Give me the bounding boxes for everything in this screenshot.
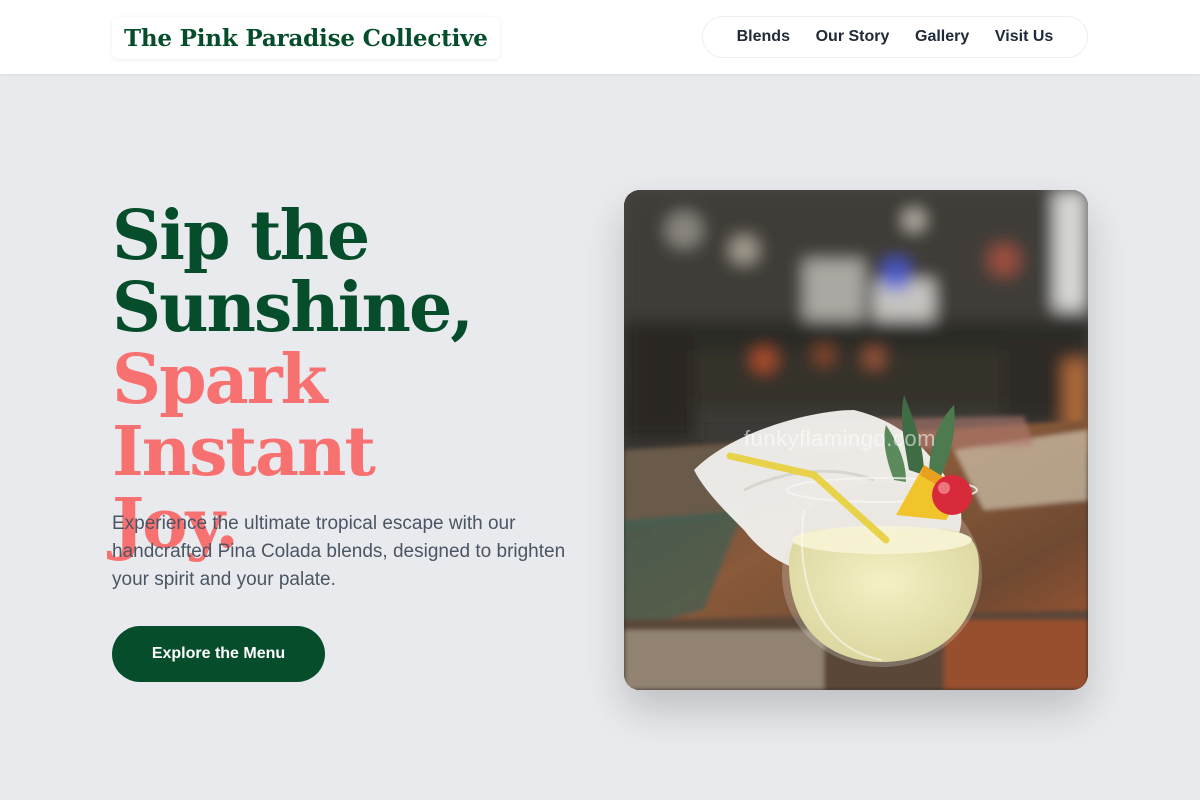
- nav-item-our-story[interactable]: Our Story: [816, 28, 890, 46]
- headline-line-1: Sip the: [112, 196, 370, 276]
- brand-name: The Pink Paradise Collective: [124, 24, 488, 52]
- hero-headline: Sip the Sunshine, Spark Instant Joy.: [112, 200, 592, 560]
- hero-image-pina-colada: funkyflamingo.com: [624, 190, 1088, 690]
- nav-item-blends[interactable]: Blends: [737, 28, 790, 46]
- explore-menu-button[interactable]: Explore the Menu: [112, 626, 325, 682]
- brand-logo[interactable]: The Pink Paradise Collective: [112, 17, 500, 59]
- main-nav: Blends Our Story Gallery Visit Us: [702, 16, 1088, 58]
- site-header: The Pink Paradise Collective Blends Our …: [0, 0, 1200, 74]
- headline-line-2: Sunshine,: [112, 268, 474, 348]
- image-watermark: funkyflamingo.com: [744, 426, 936, 451]
- headline-line-3: Spark Instant: [112, 340, 376, 492]
- nav-item-visit-us[interactable]: Visit Us: [995, 28, 1053, 46]
- hero-lead: Experience the ultimate tropical escape …: [112, 513, 566, 590]
- nav-item-gallery[interactable]: Gallery: [915, 28, 969, 46]
